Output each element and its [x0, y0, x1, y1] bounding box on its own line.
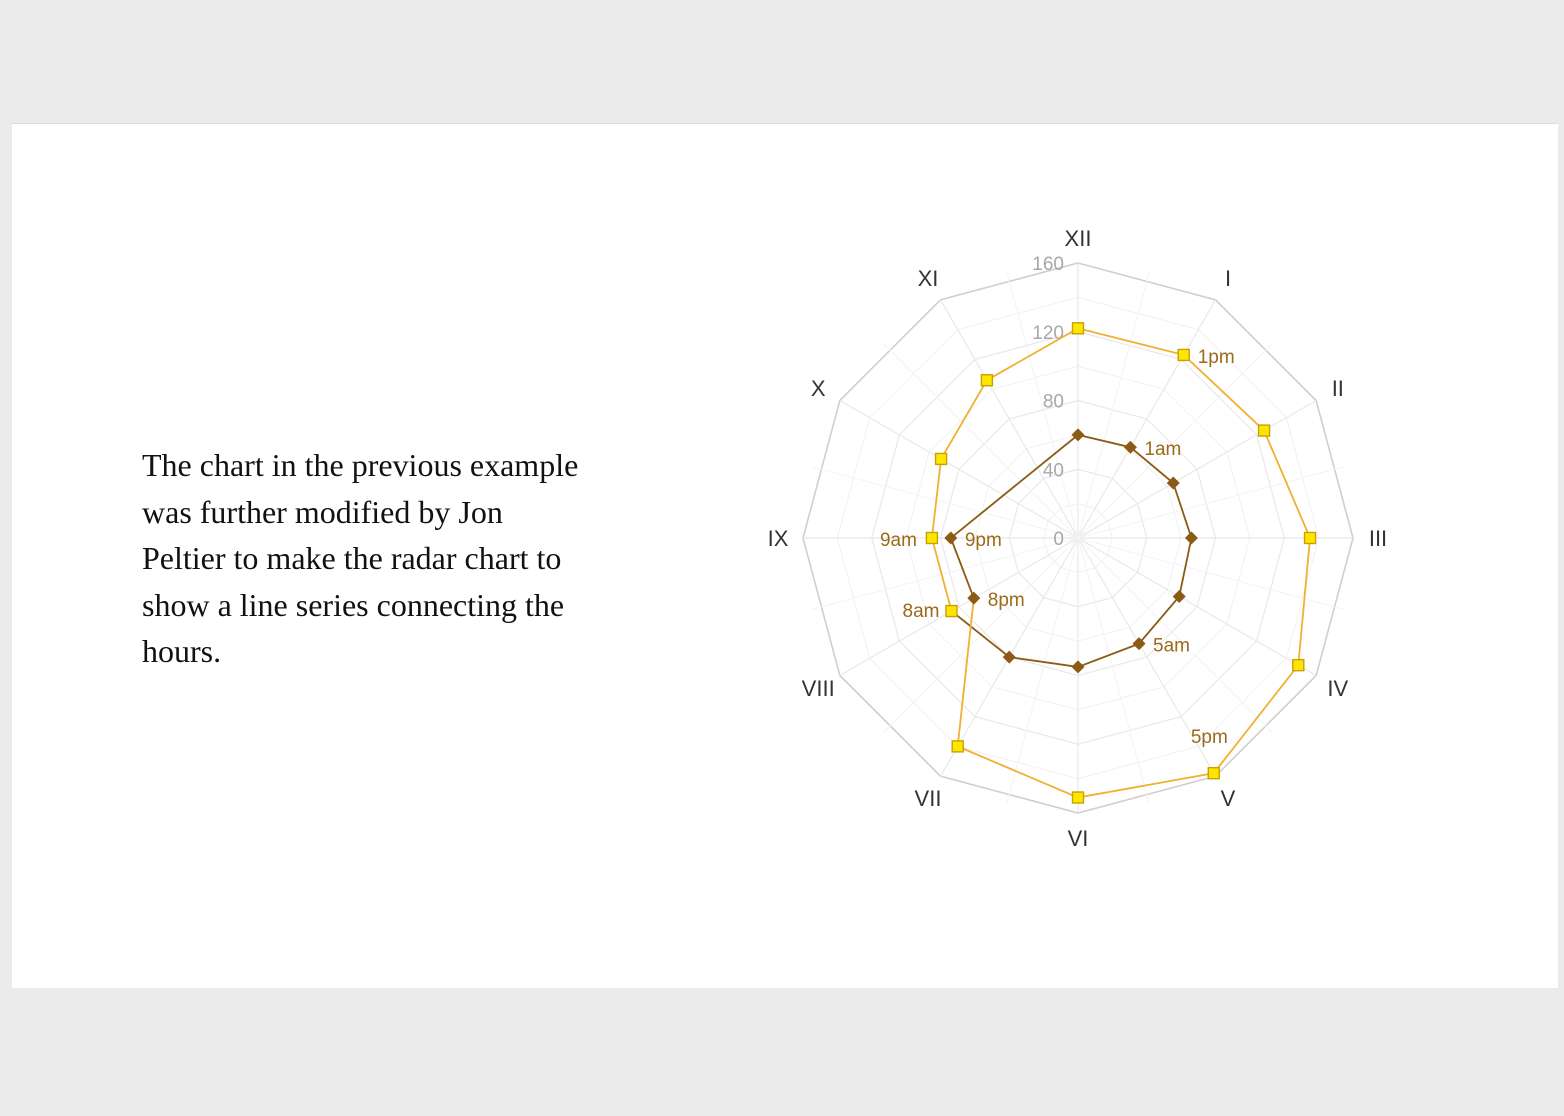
- axis-label-iv: IV: [1327, 676, 1348, 701]
- data-label-5am: 5am: [1153, 636, 1190, 657]
- radial-tick-label: 0: [1053, 529, 1064, 550]
- point-marker-7pm: [951, 740, 964, 753]
- axis-label-xi: XI: [918, 266, 939, 291]
- data-label-9am: 9am: [880, 530, 917, 551]
- point-marker-4pm: [1292, 658, 1305, 672]
- axis-label-vi: VI: [1068, 826, 1089, 851]
- radar-chart: 04080120160XIIIIIIIIIVVVIVIIVIIIIXXXI1am…: [768, 226, 1388, 851]
- grid-spoke: [1077, 537, 1317, 677]
- grid-minor-spoke: [1077, 466, 1344, 539]
- data-label-1am: 1am: [1144, 439, 1181, 460]
- axis-label-viii: VIII: [802, 676, 835, 701]
- data-label-8pm: 8pm: [988, 590, 1025, 611]
- axis-label-iii: III: [1369, 526, 1387, 551]
- point-marker-1pm: [1177, 348, 1190, 362]
- axis-label-v: V: [1221, 786, 1236, 811]
- axis-label-i: I: [1225, 266, 1231, 291]
- slide: The chart in the previous example was fu…: [12, 123, 1558, 988]
- data-label-1pm: 1pm: [1198, 347, 1235, 368]
- grid-minor-spoke: [1006, 537, 1079, 804]
- point-marker-6pm: [1071, 791, 1085, 804]
- grid-minor-spoke: [812, 466, 1079, 539]
- radial-tick-label: 120: [1032, 323, 1064, 344]
- grid-minor-spoke: [1077, 272, 1150, 539]
- point-marker-8am: [945, 604, 958, 618]
- data-label-5pm: 5pm: [1191, 727, 1228, 748]
- point-marker-6am: [1071, 660, 1085, 674]
- grid-spoke: [1077, 299, 1217, 539]
- point-marker-2pm: [1257, 424, 1271, 437]
- axis-label-ii: II: [1332, 376, 1344, 401]
- point-marker-3pm: [1303, 531, 1317, 545]
- grid-minor-spoke: [883, 343, 1079, 539]
- point-marker-10am: [934, 452, 948, 466]
- grid-minor-spoke: [1077, 537, 1150, 804]
- point-marker-12pm: [1071, 322, 1085, 335]
- point-marker-3am: [1184, 531, 1198, 545]
- radial-tick-label: 160: [1032, 254, 1064, 275]
- radial-tick-label: 80: [1043, 392, 1064, 413]
- data-label-9pm: 9pm: [965, 530, 1002, 551]
- point-marker-9am: [925, 531, 939, 545]
- radial-tick-label: 40: [1043, 460, 1064, 481]
- data-label-8am: 8am: [903, 601, 940, 622]
- axis-label-ix: IX: [768, 526, 789, 551]
- axis-label-x: X: [811, 376, 826, 401]
- point-marker-8pm: [967, 591, 981, 605]
- point-marker-5pm: [1207, 766, 1220, 780]
- grid-minor-spoke: [812, 537, 1079, 610]
- axis-label-vii: VII: [915, 786, 942, 811]
- point-marker-11am: [980, 374, 994, 387]
- axis-label-xii: XII: [1065, 226, 1092, 251]
